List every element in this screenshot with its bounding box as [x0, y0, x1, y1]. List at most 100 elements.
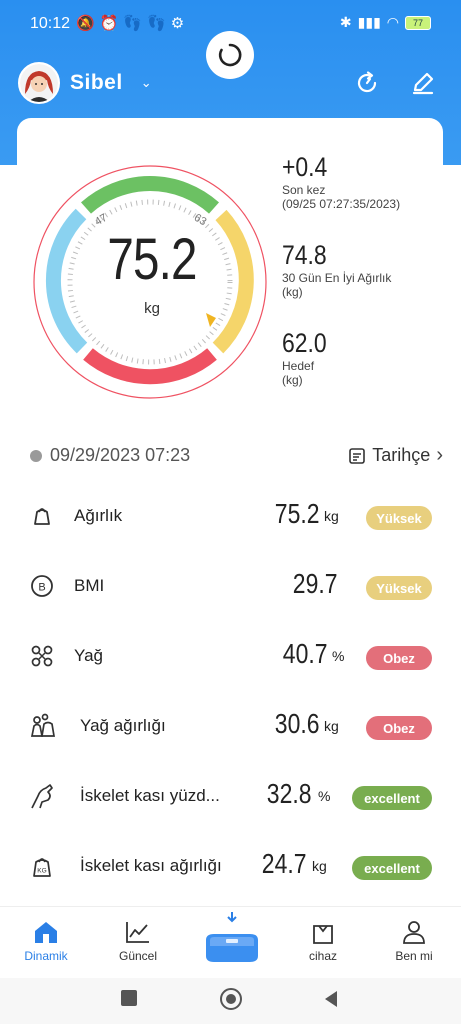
nav-tab-device[interactable]: cihaz	[283, 919, 363, 963]
history-link[interactable]: Tarihçe ›	[348, 444, 443, 467]
pencil-icon	[412, 72, 434, 95]
stat-goal: 62.0 Hedef (kg)	[282, 328, 335, 387]
stat-goal-value: 62.0	[282, 328, 327, 358]
status-badge: Yüksek	[366, 576, 432, 600]
alarm-icon: ⏰	[99, 15, 119, 32]
scale-measure-button[interactable]	[200, 912, 264, 968]
gauge-obese-arc	[83, 348, 217, 385]
refresh-icon	[357, 71, 377, 93]
settings-gear-icon: ⚙	[170, 15, 185, 32]
home-button[interactable]	[220, 988, 242, 1010]
current-weight-unit: kg	[144, 300, 160, 317]
back-button[interactable]	[321, 989, 341, 1009]
metric-row-skeletal-muscle-mass[interactable]: KG İskelet kası ağırlığı 24.7 kg excelle…	[0, 834, 461, 904]
chevron-down-icon: ⌄	[140, 75, 152, 90]
metric-row-bmi[interactable]: B BMI 29.7 Yüksek	[0, 554, 461, 624]
stat-goal-label: Hedef	[282, 359, 315, 373]
stat-best-30day-value: 74.8	[282, 240, 327, 270]
battery-level: 77	[412, 17, 423, 28]
scale-icon	[206, 912, 258, 962]
weight-bag-icon	[34, 508, 50, 525]
system-navigation-bar	[0, 978, 461, 1024]
nav-tab-me[interactable]: Ben mi	[374, 919, 454, 963]
metric-value: 24.7	[261, 848, 306, 879]
nav-tab-label: Dinamik	[24, 949, 68, 963]
nav-tab-dynamic[interactable]: Dinamik	[6, 919, 86, 963]
measurement-datetime-text: 09/29/2023 07:23	[50, 445, 191, 465]
metric-unit: %	[332, 648, 345, 664]
stat-last-change-label: Son kez	[282, 183, 326, 197]
loading-spinner-icon	[218, 43, 242, 67]
status-left-icons: 🔕 ⏰ 👣 👣 ⚙	[76, 14, 184, 32]
metric-label: Ağırlık	[74, 506, 123, 525]
metric-row-fat[interactable]: Yağ 40.7 % Obez	[0, 624, 461, 694]
metric-unit: kg	[324, 508, 339, 524]
gauge-underweight-arc	[45, 208, 88, 354]
metric-value: 32.8	[266, 778, 311, 809]
status-badge: Obez	[366, 716, 432, 740]
status-badge: Obez	[366, 646, 432, 670]
metric-label: İskelet kası ağırlığı	[80, 856, 222, 875]
user-switcher[interactable]: Sibel ⌄	[18, 62, 152, 104]
chevron-right-icon: ›	[436, 444, 443, 466]
stat-best-30day-unit: (kg)	[282, 285, 303, 299]
metric-label: Yağ ağırlığı	[80, 716, 166, 735]
stat-goal-unit: (kg)	[282, 373, 303, 387]
fat-mass-icon	[30, 713, 56, 737]
measurement-datetime: 09/29/2023 07:23	[30, 445, 190, 466]
home-icon	[35, 922, 57, 943]
metric-label: Yağ	[74, 646, 103, 665]
metric-unit: kg	[312, 858, 327, 874]
wifi-icon: ◠	[386, 14, 399, 30]
battery-icon: 77	[405, 15, 431, 30]
app-root: 10:12 🔕 ⏰ 👣 👣 ⚙ ✱ ▮▮▮ ◠ 77 Sibel ⌄ 47 63…	[0, 0, 461, 1024]
metric-row-fat-mass[interactable]: Yağ ağırlığı 30.6 kg Obez	[0, 694, 461, 764]
status-badge: Yüksek	[366, 506, 432, 530]
stat-best-30day-label: 30 Gün En İyi Ağırlık	[282, 271, 392, 285]
status-time: 10:12	[30, 15, 71, 32]
metric-row-skeletal-muscle-percent[interactable]: İskelet kası yüzd... 32.8 % excellent	[0, 764, 461, 834]
chart-icon	[126, 922, 149, 943]
metric-unit: %	[318, 788, 331, 804]
footsteps-icon: 👣	[123, 15, 143, 32]
sync-button[interactable]	[206, 31, 254, 79]
bluetooth-icon: ✱	[339, 14, 352, 30]
stat-last-change-time: (09/25 07:27:35/2023)	[282, 197, 401, 211]
person-icon	[403, 921, 425, 944]
metric-unit: kg	[324, 718, 339, 734]
clock-icon	[30, 449, 42, 462]
metric-value: 29.7	[292, 568, 337, 599]
nav-tab-label: Ben mi	[395, 949, 433, 963]
edit-button[interactable]	[408, 68, 438, 98]
bag-icon	[313, 925, 333, 944]
metric-label: BMI	[74, 576, 105, 595]
current-weight-value: 75.2	[107, 227, 197, 292]
kg-weight-icon: KG	[33, 858, 51, 877]
home-dot-icon	[226, 994, 236, 1004]
gauge-normal-arc	[81, 176, 219, 214]
status-badge: excellent	[352, 786, 432, 810]
metric-row-weight[interactable]: Ağırlık 75.2 kg Yüksek	[0, 484, 461, 554]
metric-value: 40.7	[282, 638, 327, 669]
nav-tab-current[interactable]: Güncel	[98, 919, 178, 963]
stat-best-30day: 74.8 30 Gün En İyi Ağırlık (kg)	[282, 240, 391, 299]
gauge-pointer	[206, 313, 216, 327]
history-list-icon	[349, 447, 366, 464]
recents-button[interactable]	[121, 990, 137, 1006]
nav-tab-label: Güncel	[118, 949, 158, 963]
status-right-icons: ✱ ▮▮▮ ◠ 77	[340, 14, 431, 31]
footsteps-icon-2: 👣	[147, 15, 166, 32]
svg-text:KG: KG	[37, 868, 46, 875]
stat-last-change: +0.4 Son kez (09/25 07:27:35/2023)	[282, 152, 400, 211]
fat-cells-icon	[31, 645, 53, 667]
svg-text:B: B	[38, 582, 45, 594]
stat-last-change-value: +0.4	[282, 152, 328, 182]
muted-bell-icon: 🔕	[76, 15, 95, 32]
metric-label: İskelet kası yüzd...	[80, 786, 220, 805]
nav-tab-label: cihaz	[308, 949, 337, 963]
metric-value: 75.2	[274, 498, 319, 529]
metric-value: 30.6	[274, 708, 319, 739]
muscle-arm-icon	[31, 784, 53, 809]
refresh-button[interactable]	[352, 68, 382, 98]
bmi-icon: B	[31, 575, 53, 597]
